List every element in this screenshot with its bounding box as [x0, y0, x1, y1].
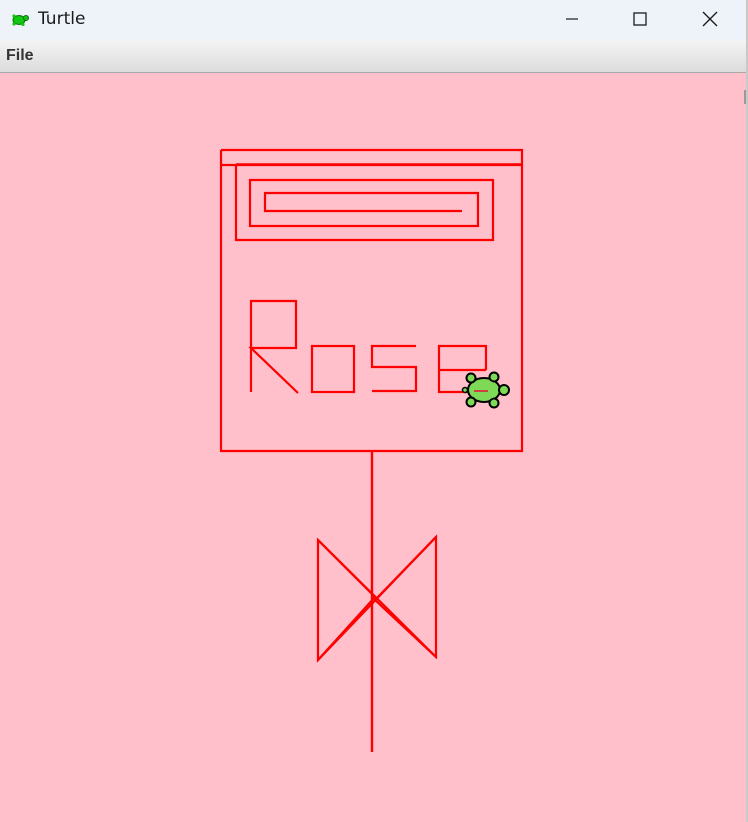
letter-s [370, 344, 418, 393]
scroll-edge [744, 90, 746, 104]
close-icon [702, 11, 718, 27]
minimize-icon [566, 18, 578, 20]
title-bar[interactable]: Turtle [0, 0, 746, 40]
letter-e [437, 344, 488, 372]
maximize-button[interactable] [606, 0, 674, 38]
letter-r [248, 299, 299, 394]
minimize-button[interactable] [538, 0, 606, 38]
menu-bar: File [0, 40, 746, 73]
rectangular-spiral [234, 164, 495, 242]
menu-file[interactable]: File [6, 47, 34, 65]
turtle-window: Turtle File [0, 0, 748, 822]
turtle-canvas[interactable] [0, 73, 746, 822]
turtle-drawing [219, 148, 524, 752]
window-title: Turtle [38, 9, 86, 29]
left-leaf-triangle [316, 537, 377, 663]
turtle-cursor [461, 371, 510, 409]
maximize-icon [633, 12, 647, 26]
right-leaf-triangle [373, 534, 438, 660]
turtle-icon [12, 14, 29, 27]
letter-o [310, 344, 356, 394]
close-button[interactable] [676, 0, 744, 38]
